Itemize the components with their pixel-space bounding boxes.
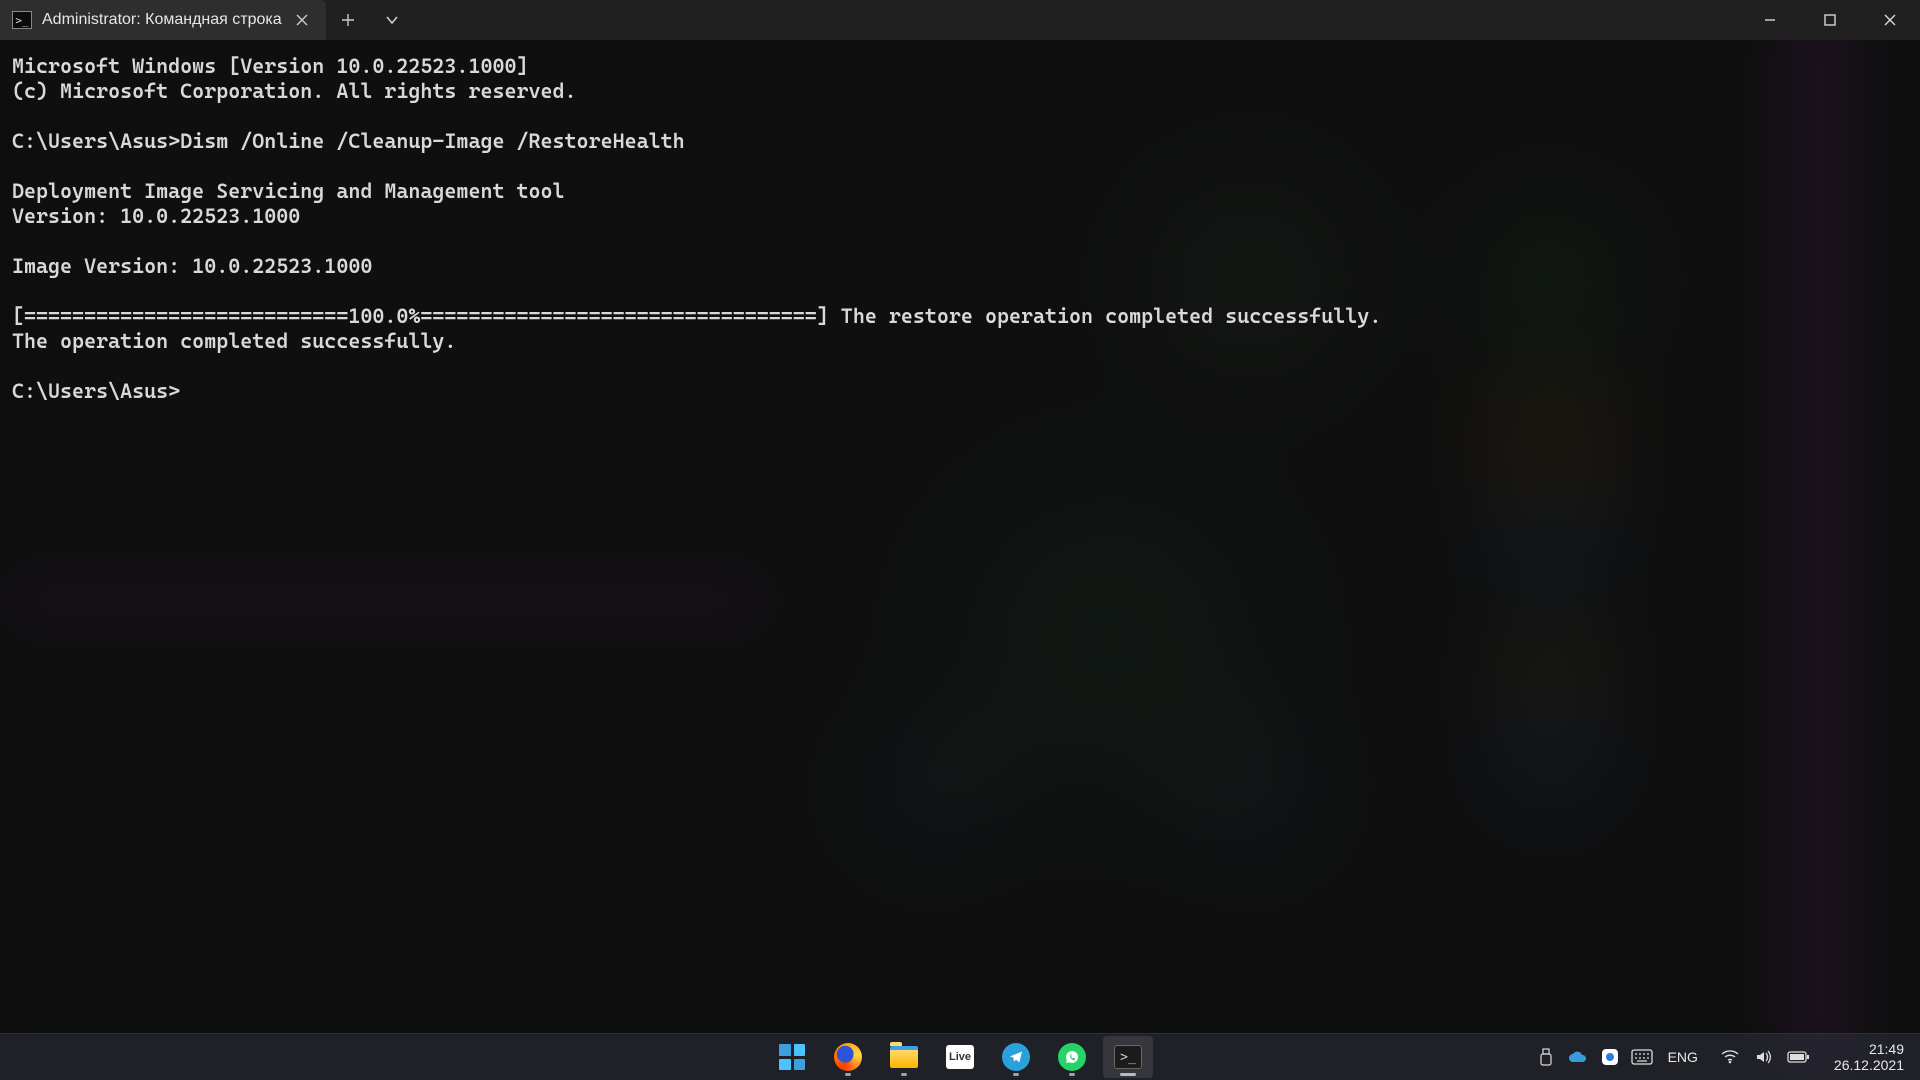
taskbar-explorer[interactable]: [879, 1036, 929, 1078]
taskbar-telegram[interactable]: [991, 1036, 1041, 1078]
terminal-output[interactable]: Microsoft Windows [Version 10.0.22523.10…: [0, 40, 1920, 1033]
language-indicator[interactable]: ENG: [1662, 1049, 1704, 1065]
wifi-icon: [1718, 1045, 1742, 1069]
taskbar-firefox[interactable]: [823, 1036, 873, 1078]
title-bar: >_ Administrator: Командная строка: [0, 0, 1920, 40]
onedrive-icon[interactable]: [1566, 1045, 1590, 1069]
system-tray-group[interactable]: [1712, 1045, 1816, 1069]
taskbar-terminal[interactable]: >_: [1103, 1036, 1153, 1078]
taskbar-start[interactable]: [767, 1036, 817, 1078]
cmd-icon: >_: [12, 11, 32, 29]
clock[interactable]: 21:49 26.12.2021: [1824, 1041, 1910, 1073]
tab-title: Administrator: Командная строка: [42, 11, 282, 29]
maximize-button[interactable]: [1800, 0, 1860, 40]
taskbar-center: Live >_: [767, 1036, 1153, 1078]
tab-cmd[interactable]: >_ Administrator: Командная строка: [0, 0, 326, 40]
minimize-button[interactable]: [1740, 0, 1800, 40]
tabstrip-controls: [326, 0, 414, 40]
taskbar-whatsapp[interactable]: [1047, 1036, 1097, 1078]
taskbar-tray: ENG 21:49 26.12.2021: [1534, 1041, 1920, 1073]
firefox-icon: [834, 1043, 862, 1071]
terminal-icon: >_: [1114, 1045, 1142, 1069]
taskbar: Live >_ ENG: [0, 1033, 1920, 1080]
volume-icon: [1752, 1045, 1776, 1069]
explorer-icon: [890, 1046, 918, 1068]
telegram-icon: [1002, 1043, 1030, 1071]
start-icon: [779, 1044, 805, 1070]
whatsapp-icon: [1058, 1043, 1086, 1071]
terminal-window: >_ Administrator: Командная строка: [0, 0, 1920, 1033]
close-tab-icon[interactable]: [292, 10, 312, 30]
live-icon: Live: [946, 1045, 974, 1069]
battery-icon: [1786, 1045, 1810, 1069]
new-tab-button[interactable]: [326, 0, 370, 40]
usb-icon[interactable]: [1534, 1045, 1558, 1069]
clock-date: 26.12.2021: [1834, 1057, 1904, 1073]
clock-time: 21:49: [1834, 1041, 1904, 1057]
taskbar-live[interactable]: Live: [935, 1036, 985, 1078]
window-controls: [1740, 0, 1920, 40]
close-button[interactable]: [1860, 0, 1920, 40]
tab-dropdown-button[interactable]: [370, 0, 414, 40]
tray-app-icon[interactable]: [1598, 1045, 1622, 1069]
keyboard-icon[interactable]: [1630, 1045, 1654, 1069]
